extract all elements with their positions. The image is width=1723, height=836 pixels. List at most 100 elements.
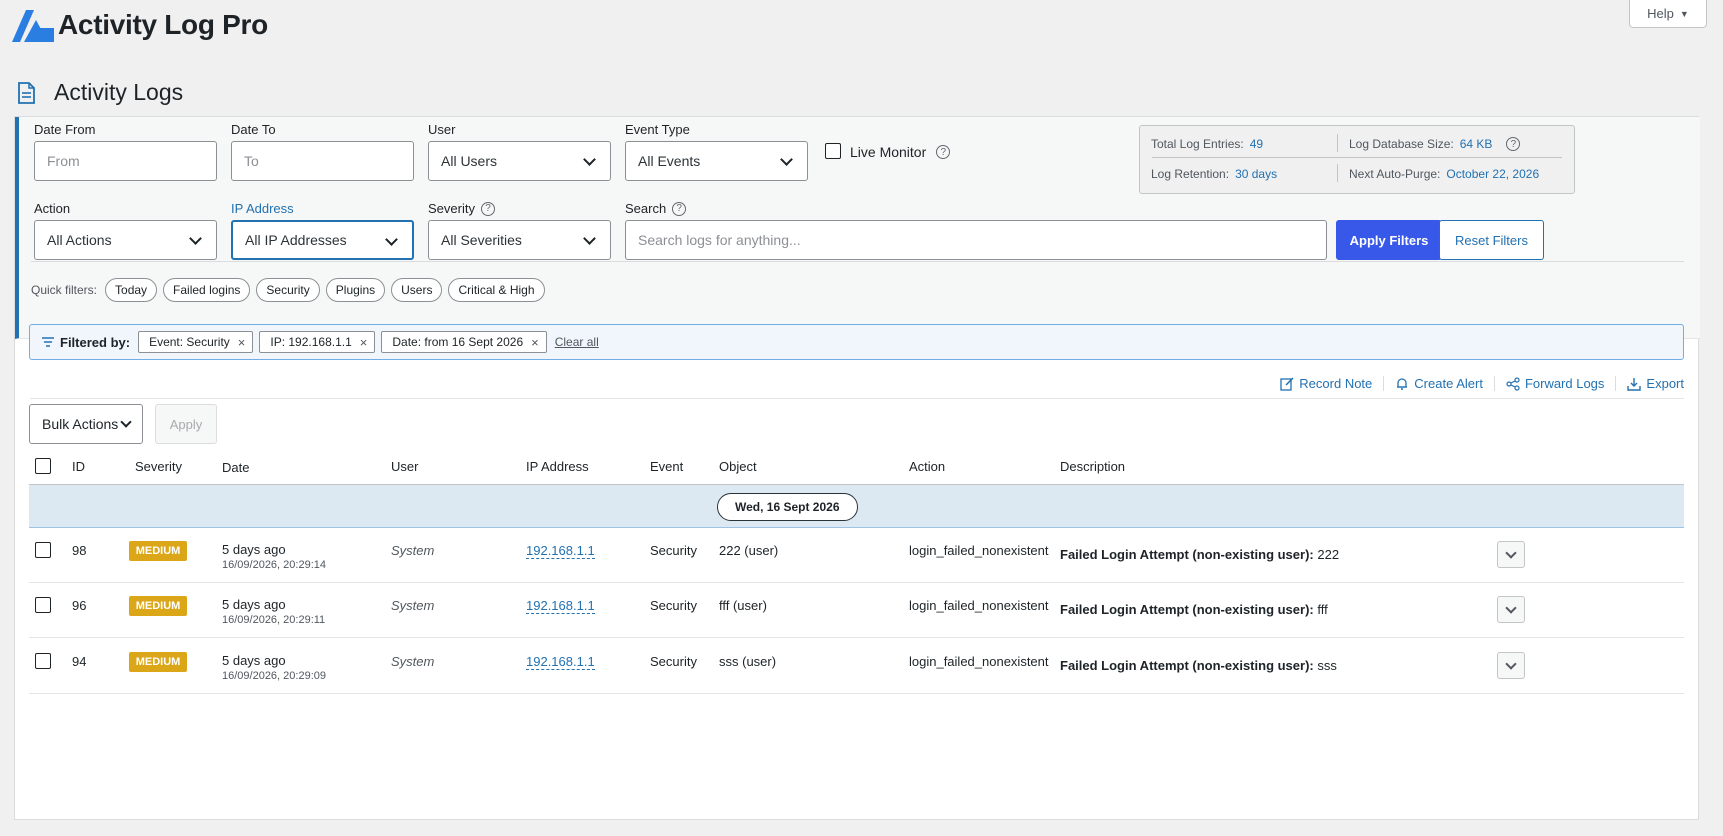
remove-filter-icon[interactable]: ×: [531, 335, 539, 350]
severity-badge: MEDIUM: [129, 541, 187, 561]
activity-log-panel: Date From From Date To To User All Users…: [14, 116, 1700, 820]
share-icon: [1506, 376, 1520, 391]
column-object[interactable]: Object: [719, 459, 757, 474]
live-monitor-label: Live Monitor: [850, 144, 927, 160]
row-ip-link[interactable]: 192.168.1.1: [526, 598, 595, 614]
row-date: 5 days ago 16/09/2026, 20:29:11: [222, 597, 326, 626]
row-id: 98: [72, 543, 87, 558]
quick-filter-users[interactable]: Users: [391, 277, 443, 302]
severity-badge: MEDIUM: [129, 652, 187, 672]
row-checkbox[interactable]: [35, 597, 51, 613]
bulk-apply-button[interactable]: Apply: [155, 404, 217, 444]
quick-filter-today[interactable]: Today: [105, 277, 158, 302]
forward-logs-link[interactable]: Forward Logs: [1493, 376, 1615, 391]
row-action: login_failed_nonexistent: [909, 598, 1049, 613]
date-from-input[interactable]: From: [34, 141, 217, 181]
quick-filter-security[interactable]: Security: [256, 277, 320, 302]
search-input[interactable]: Search logs for anything...: [625, 220, 1327, 260]
row-id: 94: [72, 654, 87, 669]
row-date: 5 days ago 16/09/2026, 20:29:09: [222, 653, 326, 682]
export-link[interactable]: Export: [1615, 376, 1684, 391]
expand-row-button[interactable]: [1497, 541, 1525, 568]
bulk-actions-select[interactable]: Bulk Actions: [29, 404, 143, 444]
filtered-by-label: Filtered by:: [60, 334, 131, 350]
row-ip-link[interactable]: 192.168.1.1: [526, 543, 595, 559]
expand-row-button[interactable]: [1497, 652, 1525, 679]
row-action: login_failed_nonexistent: [909, 543, 1049, 558]
severity-select[interactable]: All Severities: [428, 220, 611, 260]
column-date[interactable]: Date: [222, 460, 249, 475]
active-filter-tag: Event: Security ×: [138, 331, 254, 353]
apply-filters-button[interactable]: Apply Filters: [1336, 220, 1442, 260]
row-user: System: [391, 598, 435, 613]
caret-down-icon: ▼: [1679, 8, 1689, 19]
edit-icon: [1280, 376, 1294, 391]
active-filter-tag: IP: 192.168.1.1 ×: [259, 331, 376, 353]
retention-stat: Log Retention: 30 days: [1151, 167, 1278, 181]
active-filter-tag: Date: from 16 Sept 2026 ×: [381, 331, 547, 353]
ip-address-select[interactable]: All IP Addresses: [231, 220, 414, 260]
row-description: Failed Login Attempt (non-existing user)…: [1060, 658, 1337, 673]
column-id[interactable]: ID: [72, 459, 85, 474]
search-label: Search: [625, 201, 667, 216]
row-user: System: [391, 654, 435, 669]
table-row: 94 MEDIUM 5 days ago 16/09/2026, 20:29:0…: [29, 639, 1684, 694]
row-ip-link[interactable]: 192.168.1.1: [526, 654, 595, 670]
date-group-pill: Wed, 16 Sept 2026: [717, 493, 858, 521]
total-entries-stat: Total Log Entries: 49: [1151, 137, 1264, 151]
clear-all-link[interactable]: Clear all: [555, 335, 599, 349]
event-type-select[interactable]: All Events: [625, 141, 808, 181]
document-icon: [18, 82, 35, 104]
quick-filter-failed-logins[interactable]: Failed logins: [163, 277, 251, 302]
active-filters-bar: Filtered by: Event: Security × IP: 192.1…: [29, 324, 1684, 360]
row-event: Security: [650, 654, 697, 669]
live-monitor-group: Live Monitor ?: [850, 144, 951, 160]
live-monitor-checkbox[interactable]: [825, 143, 841, 159]
filter-icon: [42, 337, 54, 347]
total-entries-value: 49: [1249, 137, 1264, 151]
expand-row-button[interactable]: [1497, 596, 1525, 623]
column-action[interactable]: Action: [909, 459, 945, 474]
date-to-input[interactable]: To: [231, 141, 414, 181]
help-circle-icon[interactable]: ?: [480, 201, 495, 216]
help-circle-icon[interactable]: ?: [672, 201, 687, 216]
severity-badge: MEDIUM: [129, 596, 187, 616]
table-header: ID Severity Date User IP Address Event O…: [29, 451, 1682, 487]
quick-filter-plugins[interactable]: Plugins: [325, 277, 386, 302]
date-to-label: Date To: [231, 122, 276, 137]
reset-filters-button[interactable]: Reset Filters: [1439, 220, 1544, 260]
log-actions: Record Note Create Alert Forward Logs Ex…: [1269, 376, 1684, 391]
user-select[interactable]: All Users: [428, 141, 611, 181]
db-size-value: 64 KB: [1459, 137, 1493, 151]
column-user[interactable]: User: [391, 459, 418, 474]
log-stats-box: Total Log Entries: 49 Log Database Size:…: [1139, 125, 1575, 194]
table-row: 98 MEDIUM 5 days ago 16/09/2026, 20:29:1…: [29, 529, 1684, 583]
event-type-label: Event Type: [625, 122, 690, 137]
quick-filter-critical-high[interactable]: Critical & High: [448, 277, 545, 302]
record-note-link[interactable]: Record Note: [1269, 376, 1383, 391]
column-ip-address[interactable]: IP Address: [526, 459, 589, 474]
action-select[interactable]: All Actions: [34, 220, 217, 260]
help-circle-icon[interactable]: ?: [1506, 137, 1521, 151]
help-button[interactable]: Help ▼: [1629, 0, 1707, 28]
divider: [30, 398, 1684, 399]
column-description[interactable]: Description: [1060, 459, 1125, 474]
row-object: fff (user): [719, 598, 767, 613]
column-event[interactable]: Event: [650, 459, 683, 474]
help-circle-icon[interactable]: ?: [936, 145, 951, 159]
select-all-checkbox[interactable]: [35, 458, 51, 474]
row-date: 5 days ago 16/09/2026, 20:29:14: [222, 542, 326, 571]
date-from-label: Date From: [34, 122, 96, 137]
app-name: Activity Log Pro: [58, 9, 268, 40]
column-severity[interactable]: Severity: [135, 459, 182, 474]
remove-filter-icon[interactable]: ×: [360, 335, 368, 350]
severity-label-group: Severity ?: [428, 201, 495, 216]
retention-value: 30 days: [1235, 167, 1278, 181]
search-label-group: Search ?: [625, 201, 687, 216]
db-size-stat: Log Database Size: 64 KB ?: [1349, 137, 1521, 151]
row-action: login_failed_nonexistent: [909, 654, 1049, 669]
row-checkbox[interactable]: [35, 653, 51, 669]
remove-filter-icon[interactable]: ×: [238, 335, 246, 350]
row-checkbox[interactable]: [35, 542, 51, 558]
create-alert-link[interactable]: Create Alert: [1383, 376, 1494, 391]
